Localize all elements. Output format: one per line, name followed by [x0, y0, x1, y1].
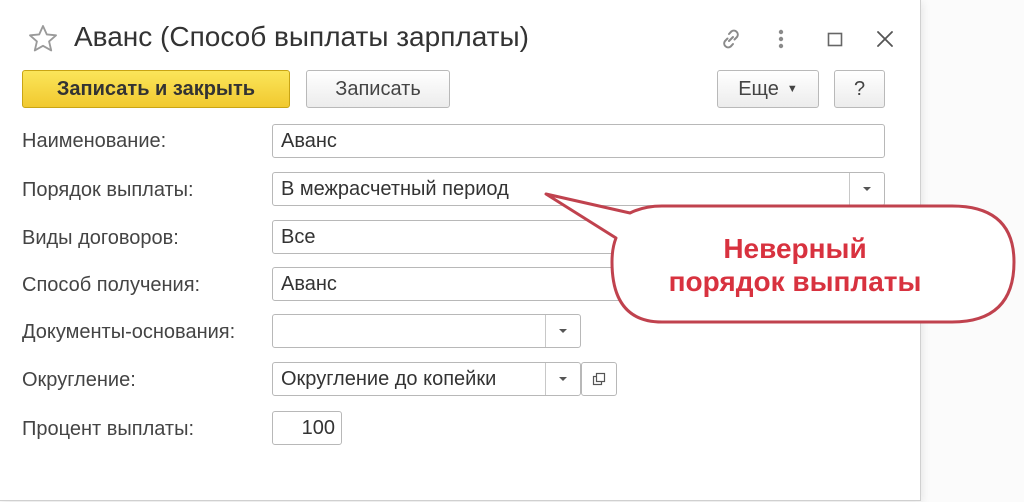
link-icon[interactable] — [716, 24, 746, 54]
save-and-close-button[interactable]: Записать и закрыть — [22, 70, 290, 108]
payment-percent-value: 100 — [301, 416, 335, 439]
open-window-icon — [592, 372, 606, 386]
help-button[interactable]: ? — [834, 70, 885, 108]
callout-line-2: порядок выплаты — [668, 266, 922, 297]
chevron-down-icon[interactable] — [545, 315, 580, 347]
window-title: Аванс (Способ выплаты зарплаты) — [74, 21, 529, 52]
payment-percent-label: Процент выплаты: — [22, 418, 195, 440]
name-value: Аванс — [281, 129, 337, 152]
more-button[interactable]: Еще ▼ — [717, 70, 819, 108]
payment-order-value: В межрасчетный период — [281, 177, 509, 200]
chevron-down-icon: ▼ — [786, 83, 798, 95]
open-button[interactable] — [581, 362, 617, 396]
close-icon[interactable] — [870, 24, 900, 54]
rounding-select[interactable]: Округление до копейки — [272, 362, 581, 396]
name-label: Наименование: — [22, 130, 167, 152]
name-field[interactable]: Аванс — [272, 124, 885, 158]
base-documents-label: Документы-основания: — [22, 321, 236, 343]
more-button-label: Еще — [738, 77, 779, 100]
receipt-method-value: Аванс — [281, 272, 337, 295]
callout-text: Неверный порядок выплаты — [650, 232, 940, 298]
payment-order-label: Порядок выплаты: — [22, 179, 194, 201]
contract-types-label: Виды договоров: — [22, 227, 179, 249]
rounding-label: Округление: — [22, 369, 136, 391]
rounding-value: Округление до копейки — [281, 367, 497, 390]
maximize-icon[interactable] — [820, 24, 850, 54]
chevron-down-icon[interactable] — [849, 173, 884, 205]
contract-types-value: Все — [281, 225, 316, 248]
base-documents-select[interactable] — [272, 314, 581, 348]
payment-percent-input[interactable]: 100 — [272, 411, 342, 445]
callout-line-1: Неверный — [723, 233, 867, 264]
star-icon[interactable] — [26, 22, 60, 56]
payment-order-select[interactable]: В межрасчетный период — [272, 172, 885, 206]
more-vertical-icon[interactable] — [766, 24, 796, 54]
receipt-method-label: Способ получения: — [22, 274, 201, 296]
save-button[interactable]: Записать — [306, 70, 450, 108]
titlebar: Аванс (Способ выплаты зарплаты) — [0, 0, 920, 76]
chevron-down-icon[interactable] — [545, 363, 580, 395]
